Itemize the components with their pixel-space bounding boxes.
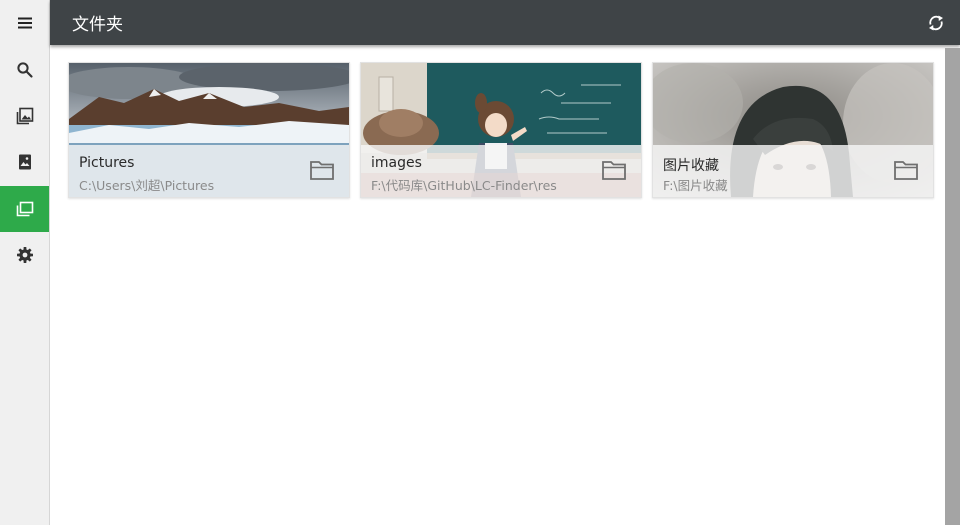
- sidebar: [0, 0, 50, 525]
- vertical-scrollbar[interactable]: [945, 48, 960, 525]
- sidebar-item-images[interactable]: [0, 93, 49, 139]
- scrollbar-thumb[interactable]: [945, 48, 960, 525]
- folder-name: 图片收藏: [663, 158, 719, 174]
- folder-icon: [310, 161, 334, 180]
- folder-name: images: [371, 155, 422, 171]
- folder-card[interactable]: Pictures C:\Users\刘超\Pictures: [68, 62, 350, 198]
- refresh-icon: [929, 15, 943, 31]
- folder-name: Pictures: [79, 155, 135, 171]
- app-window: 文件夹 Pictures C:\Users\刘超\Pictures images…: [0, 0, 960, 525]
- search-icon: [16, 62, 33, 78]
- folder-card[interactable]: 图片收藏 F:\图片收藏: [652, 62, 934, 198]
- folder-info: Pictures C:\Users\刘超\Pictures: [69, 145, 349, 197]
- refresh-button[interactable]: [924, 11, 948, 35]
- sidebar-item-menu[interactable]: [0, 0, 49, 46]
- menu-icon: [17, 17, 32, 29]
- image-icon: [18, 154, 31, 170]
- header-bar: 文件夹: [50, 0, 960, 45]
- folder-icon: [894, 161, 918, 180]
- folders-icon: [16, 201, 33, 217]
- sidebar-item-folders[interactable]: [0, 186, 49, 232]
- sidebar-item-image[interactable]: [0, 139, 49, 185]
- folder-path: F:\代码库\GitHub\LC-Finder\res: [371, 178, 557, 193]
- folder-path: C:\Users\刘超\Pictures: [79, 178, 215, 193]
- folder-info: images F:\代码库\GitHub\LC-Finder\res: [361, 145, 641, 197]
- folder-path: F:\图片收藏: [663, 178, 728, 193]
- sidebar-item-search[interactable]: [0, 47, 49, 93]
- folder-icon: [602, 161, 626, 180]
- sidebar-item-settings[interactable]: [0, 232, 49, 278]
- page-title: 文件夹: [72, 15, 123, 35]
- images-icon: [16, 107, 33, 125]
- folder-info: 图片收藏 F:\图片收藏: [653, 145, 933, 197]
- gear-icon: [16, 247, 33, 263]
- folder-card[interactable]: images F:\代码库\GitHub\LC-Finder\res: [360, 62, 642, 198]
